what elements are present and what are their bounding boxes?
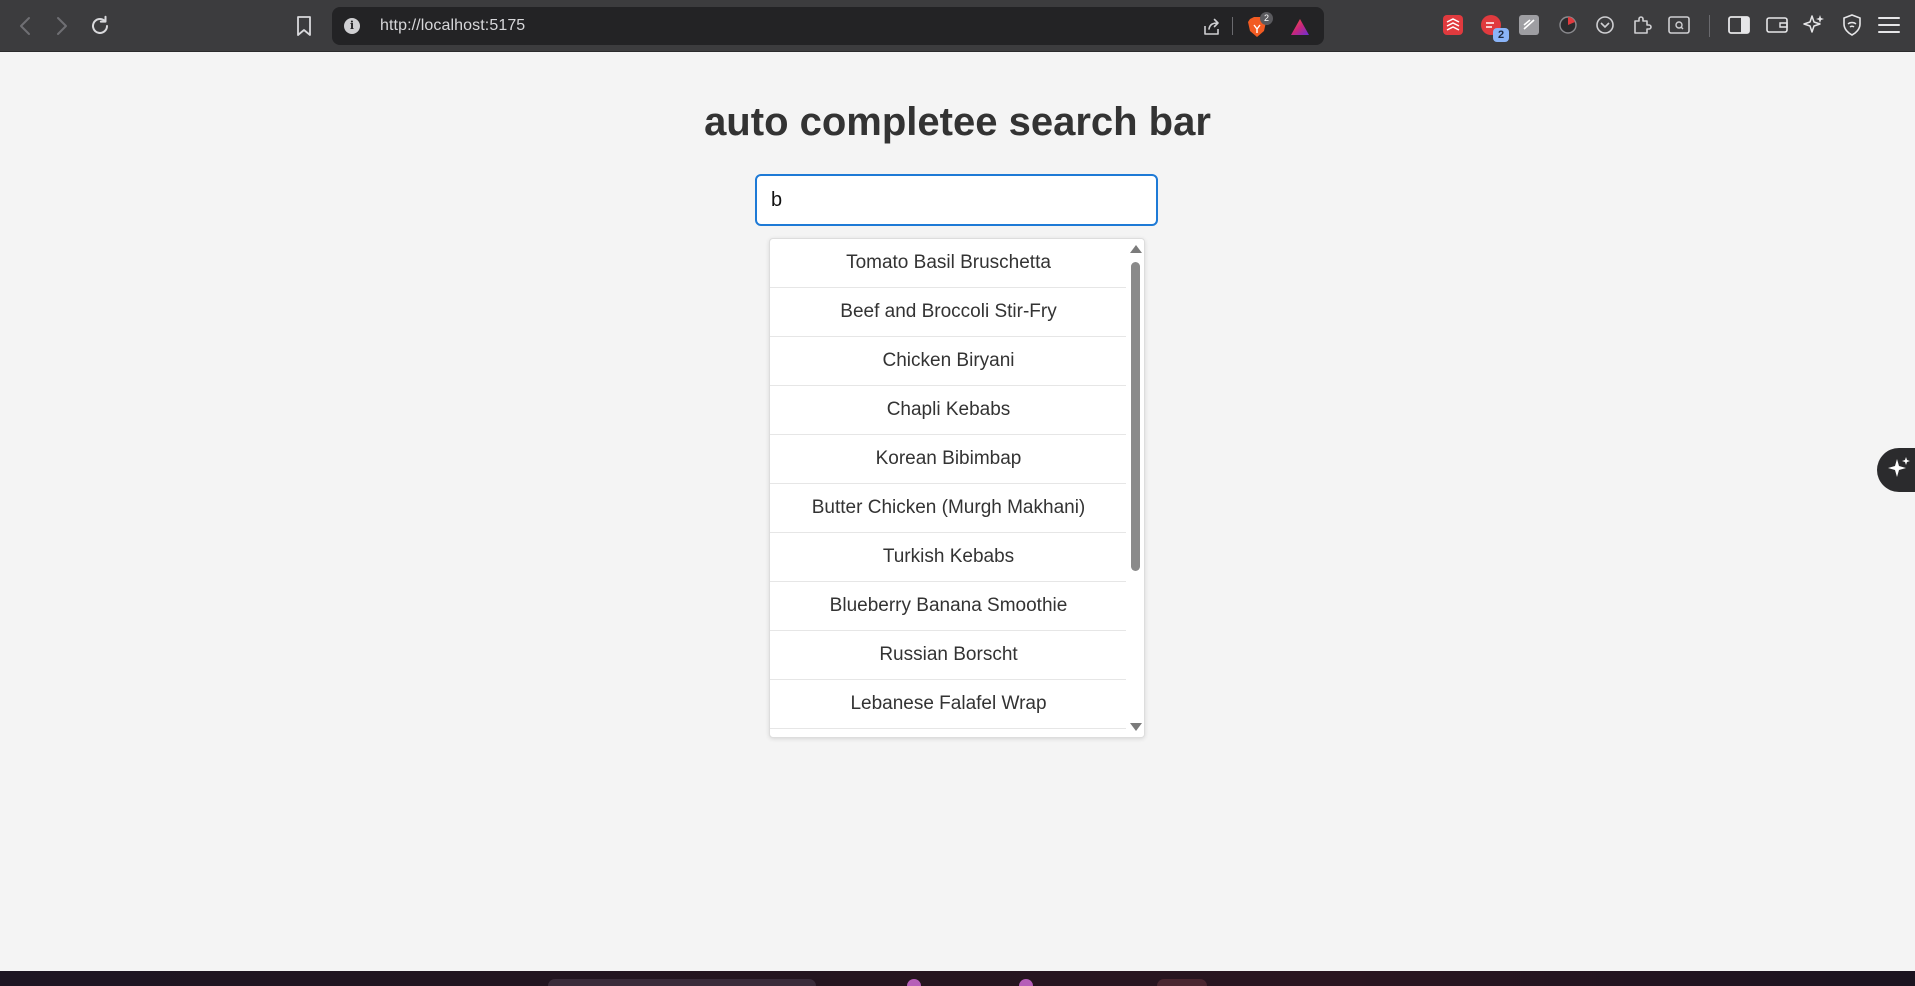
puzzle-extensions-icon[interactable]	[1630, 13, 1654, 37]
page-title: auto completee search bar	[704, 100, 1211, 144]
info-icon[interactable]: i	[344, 18, 360, 34]
bookmark-icon[interactable]	[290, 12, 318, 40]
suggestions-dropdown[interactable]: Tomato Basil Bruschetta Beef and Broccol…	[769, 238, 1145, 738]
search-input[interactable]	[755, 174, 1158, 226]
suggestion-item[interactable]: Turkish Kebabs	[770, 533, 1127, 582]
dropdown-scrollbar[interactable]	[1126, 239, 1144, 737]
os-taskbar	[0, 971, 1915, 986]
shield-count-badge: 2	[1260, 12, 1273, 25]
url-text[interactable]: http://localhost:5175	[380, 17, 525, 35]
suggestion-item[interactable]: Korean Bibimbap	[770, 435, 1127, 484]
sparkle-icon[interactable]	[1802, 13, 1826, 37]
page-search-icon[interactable]	[1667, 13, 1691, 37]
toolbar-separator	[1709, 15, 1710, 37]
scroll-up-arrow-icon[interactable]	[1130, 245, 1142, 253]
back-arrow-icon[interactable]	[11, 12, 39, 40]
scrollbar-thumb[interactable]	[1131, 262, 1140, 571]
taskbar-app-icon[interactable]	[907, 979, 921, 986]
suggestions-list: Tomato Basil Bruschetta Beef and Broccol…	[770, 239, 1127, 729]
extension-count-badge: 2	[1493, 28, 1509, 42]
browser-toolbar: i http://localhost:5175 2 2	[0, 0, 1915, 52]
url-divider	[1232, 17, 1233, 35]
suggestion-item[interactable]: Butter Chicken (Murgh Makhani)	[770, 484, 1127, 533]
vpn-shield-icon[interactable]	[1840, 13, 1864, 37]
scroll-down-arrow-icon[interactable]	[1130, 723, 1142, 731]
share-icon[interactable]	[1201, 16, 1223, 38]
reload-icon[interactable]	[86, 12, 114, 40]
suggestion-item[interactable]: Lebanese Falafel Wrap	[770, 680, 1127, 729]
timer-extension-icon[interactable]	[1556, 13, 1580, 37]
wallet-icon[interactable]	[1765, 13, 1789, 37]
taskbar-app-icon[interactable]	[1019, 979, 1033, 986]
suggestion-item[interactable]: Tomato Basil Bruschetta	[770, 239, 1127, 288]
suggestion-item[interactable]: Russian Borscht	[770, 631, 1127, 680]
taskbar-app-icon[interactable]	[1157, 979, 1207, 986]
sidebar-toggle-icon[interactable]	[1727, 13, 1751, 37]
page-content: auto completee search bar Tomato Basil B…	[0, 52, 1915, 971]
menu-hamburger-icon[interactable]	[1877, 13, 1901, 37]
forward-arrow-icon[interactable]	[48, 12, 76, 40]
suggestion-item[interactable]: Beef and Broccoli Stir-Fry	[770, 288, 1127, 337]
leo-assistant-button[interactable]	[1877, 448, 1915, 492]
todoist-extension-icon[interactable]	[1441, 13, 1465, 37]
taskbar-search-box[interactable]	[548, 979, 816, 986]
sparkle-icon	[1887, 456, 1911, 485]
rewards-triangle-icon[interactable]	[1289, 16, 1311, 38]
suggestion-item[interactable]: Blueberry Banana Smoothie	[770, 582, 1127, 631]
check-circle-icon[interactable]	[1593, 13, 1617, 37]
suggestion-item[interactable]: Chapli Kebabs	[770, 386, 1127, 435]
suggestion-item[interactable]: Chicken Biryani	[770, 337, 1127, 386]
notes-extension-icon[interactable]	[1517, 13, 1541, 37]
address-bar[interactable]: i http://localhost:5175 2	[332, 7, 1324, 45]
